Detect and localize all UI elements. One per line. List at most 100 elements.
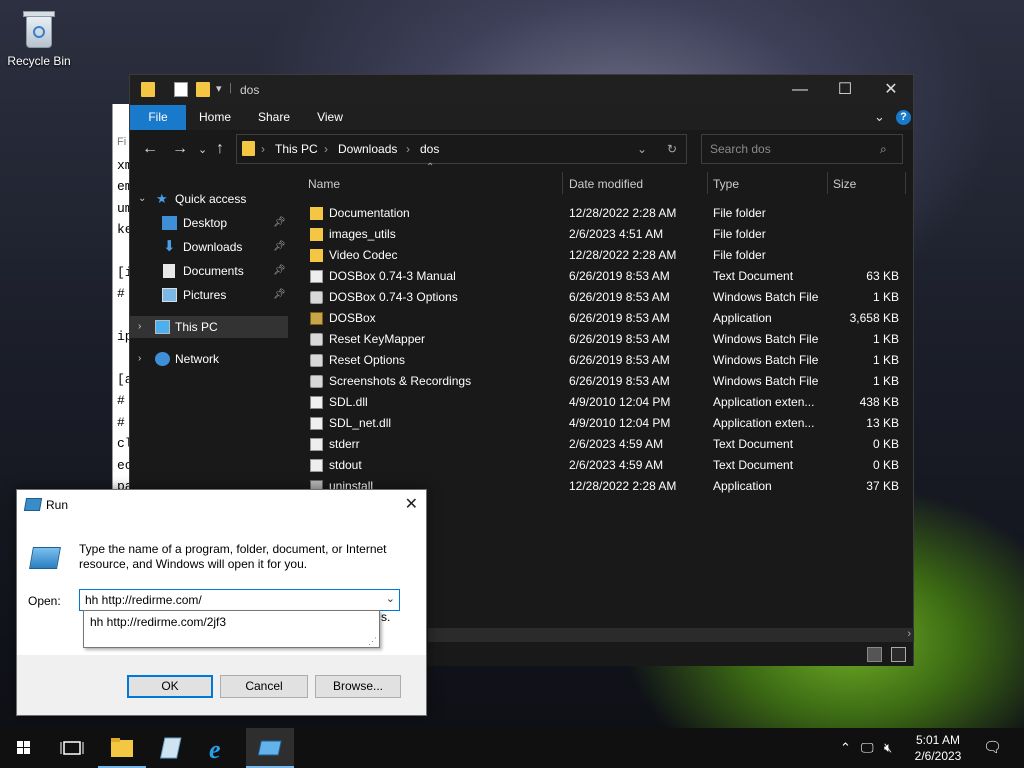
cancel-button[interactable]: Cancel xyxy=(220,675,308,698)
properties-icon[interactable] xyxy=(174,82,188,97)
run-title-bar[interactable]: Run ✕ xyxy=(17,490,426,519)
file-row[interactable]: SDL_net.dll 4/9/2010 12:04 PM Application … xyxy=(288,413,914,434)
refresh-icon[interactable]: ↻ xyxy=(667,142,677,156)
search-icon[interactable]: ⌕ xyxy=(880,142,887,157)
nav-this-pc[interactable]: › This PC xyxy=(130,316,288,338)
file-name: Documentation xyxy=(329,206,410,220)
notepad-text-line: # xyxy=(117,393,125,409)
help-icon[interactable]: ? xyxy=(896,110,911,125)
file-row[interactable]: Documentation 12/28/2022 2:28 AM File fold… xyxy=(288,203,914,224)
customize-quick-access-icon[interactable]: ▾ xyxy=(216,82,222,95)
nav-quick-access[interactable]: ⌄ ★ Quick access xyxy=(130,188,288,210)
horizontal-scrollbar[interactable]: › xyxy=(428,628,914,642)
file-row[interactable]: Reset Options 6/26/2019 8:53 AM Windows Ba… xyxy=(288,350,914,371)
file-name: Reset KeyMapper xyxy=(329,332,426,346)
up-button[interactable]: ↑ xyxy=(216,140,224,158)
expand-chevron-icon[interactable]: › xyxy=(138,316,141,338)
taskbar-notepad[interactable] xyxy=(146,728,194,768)
pin-icon: 📌︎ xyxy=(273,241,286,252)
browse-button[interactable]: Browse... xyxy=(315,675,401,698)
scroll-right-icon[interactable]: › xyxy=(907,628,911,640)
tab-view[interactable]: View xyxy=(306,105,354,130)
nav-downloads[interactable]: ⬇ Downloads 📌︎ xyxy=(130,236,288,258)
recycle-bin-desktop-icon[interactable]: Recycle Bin xyxy=(4,8,74,68)
file-name: Reset Options xyxy=(329,353,406,367)
tab-file[interactable]: File xyxy=(130,105,186,130)
address-bar[interactable]: › This PC › Downloads › dos ⌄ ↻ xyxy=(236,134,687,164)
tab-home[interactable]: Home xyxy=(190,105,240,130)
open-input-value: hh http://redirme.com/ xyxy=(85,593,202,607)
file-row[interactable]: images_utils 2/6/2023 4:51 AM File folder xyxy=(288,224,914,245)
run-dialog[interactable]: Run ✕ Type the name of a program, folder… xyxy=(16,489,427,716)
file-row[interactable]: stdout 2/6/2023 4:59 AM Text Document 0 KB xyxy=(288,455,914,476)
chevron-down-icon[interactable]: ⌄ xyxy=(386,592,395,605)
file-row[interactable]: DOSBox 0.74-3 Manual 6/26/2019 8:53 AM Tex… xyxy=(288,266,914,287)
address-dropdown-icon[interactable]: ⌄ xyxy=(637,142,647,156)
close-button[interactable]: ✕ xyxy=(868,75,914,105)
volume-muted-icon[interactable]: 🔇︎ xyxy=(884,740,892,756)
nav-desktop[interactable]: Desktop 📌︎ xyxy=(130,212,288,234)
expand-ribbon-icon[interactable]: ⌄ xyxy=(874,109,885,125)
open-input[interactable]: hh http://redirme.com/ ⌄ xyxy=(79,589,400,611)
column-size[interactable]: Size xyxy=(833,177,856,191)
network-status-icon[interactable]: 🖵︎ xyxy=(861,740,874,756)
breadcrumb-dos[interactable]: dos xyxy=(420,142,439,156)
column-header-row: ⌃ Name Date modified Type Size xyxy=(288,162,914,198)
file-row[interactable]: stderr 2/6/2023 4:59 AM Text Document 0 KB xyxy=(288,434,914,455)
back-button[interactable]: ← xyxy=(142,140,158,158)
details-view-icon[interactable] xyxy=(867,647,882,662)
expand-chevron-icon[interactable]: › xyxy=(138,348,141,370)
file-name: stdout xyxy=(329,458,362,472)
maximize-button[interactable]: ☐ xyxy=(822,75,868,105)
taskbar-file-explorer[interactable] xyxy=(98,728,146,768)
tab-share[interactable]: Share xyxy=(250,105,298,130)
file-row[interactable]: Video Codec 12/28/2022 2:28 AM File folder xyxy=(288,245,914,266)
start-button[interactable] xyxy=(0,728,48,768)
nav-pictures[interactable]: Pictures 📌︎ xyxy=(130,284,288,306)
file-type: Text Document xyxy=(713,437,794,451)
autocomplete-suggestion[interactable]: hh http://redirme.com/2jf3 xyxy=(90,615,373,629)
breadcrumb-this-pc[interactable]: This PC xyxy=(275,142,318,156)
clock[interactable]: 5:01 AM 2/6/2023 xyxy=(903,732,973,764)
file-date: 2/6/2023 4:51 AM xyxy=(569,227,664,241)
new-folder-icon[interactable] xyxy=(196,82,210,97)
show-hidden-icons-icon[interactable]: ⌃ xyxy=(840,740,851,756)
column-name[interactable]: Name xyxy=(308,177,340,191)
recycle-bin-icon xyxy=(20,8,58,50)
file-row[interactable]: DOSBox 0.74-3 Options 6/26/2019 8:53 AM Wi… xyxy=(288,287,914,308)
file-date: 12/28/2022 2:28 AM xyxy=(569,479,677,493)
file-row[interactable]: Screenshots & Recordings 6/26/2019 8:53 A… xyxy=(288,371,914,392)
ok-button[interactable]: OK xyxy=(127,675,213,698)
file-row[interactable]: SDL.dll 4/9/2010 12:04 PM Application exte… xyxy=(288,392,914,413)
nav-documents[interactable]: Documents 📌︎ xyxy=(130,260,288,282)
close-icon[interactable]: ✕ xyxy=(405,494,418,514)
recent-locations-icon[interactable]: ⌄ xyxy=(198,143,207,156)
search-box[interactable]: Search dos ⌕ xyxy=(701,134,903,164)
autocomplete-dropdown[interactable]: hh http://redirme.com/2jf3 ⋰ xyxy=(83,610,380,648)
file-date: 2/6/2023 4:59 AM xyxy=(569,437,664,451)
action-center-icon[interactable]: 🗨︎ xyxy=(983,738,1002,756)
folder-icon xyxy=(310,207,323,220)
column-type[interactable]: Type xyxy=(713,177,739,191)
task-view-button[interactable] xyxy=(48,728,96,768)
forward-button[interactable]: → xyxy=(172,140,188,158)
nav-network-label: Network xyxy=(175,352,220,366)
file-row[interactable]: Reset KeyMapper 6/26/2019 8:53 AM Windows … xyxy=(288,329,914,350)
recycle-bin-label: Recycle Bin xyxy=(7,54,71,68)
expand-chevron-icon[interactable]: ⌄ xyxy=(138,188,146,210)
explorer-title-bar[interactable]: ▾ | dos — ☐ ✕ xyxy=(130,75,913,105)
nav-network[interactable]: › Network xyxy=(130,348,288,370)
file-row[interactable]: DOSBox 6/26/2019 8:53 AM Application 3,658 … xyxy=(288,308,914,329)
pin-icon: 📌︎ xyxy=(273,265,286,276)
large-icons-view-icon[interactable] xyxy=(891,647,906,662)
taskbar-internet-explorer[interactable]: e xyxy=(196,728,244,768)
taskbar-run[interactable] xyxy=(246,728,294,768)
nav-downloads-label: Downloads xyxy=(183,240,243,254)
breadcrumb-downloads[interactable]: Downloads xyxy=(338,142,397,156)
resize-grip-icon[interactable]: ⋰ xyxy=(368,636,377,647)
run-body: Type the name of a program, folder, docu… xyxy=(17,519,426,655)
file-date: 6/26/2019 8:53 AM xyxy=(569,311,670,325)
minimize-button[interactable]: — xyxy=(777,75,823,105)
file-name: DOSBox xyxy=(329,311,376,325)
column-date-modified[interactable]: Date modified xyxy=(569,177,643,191)
